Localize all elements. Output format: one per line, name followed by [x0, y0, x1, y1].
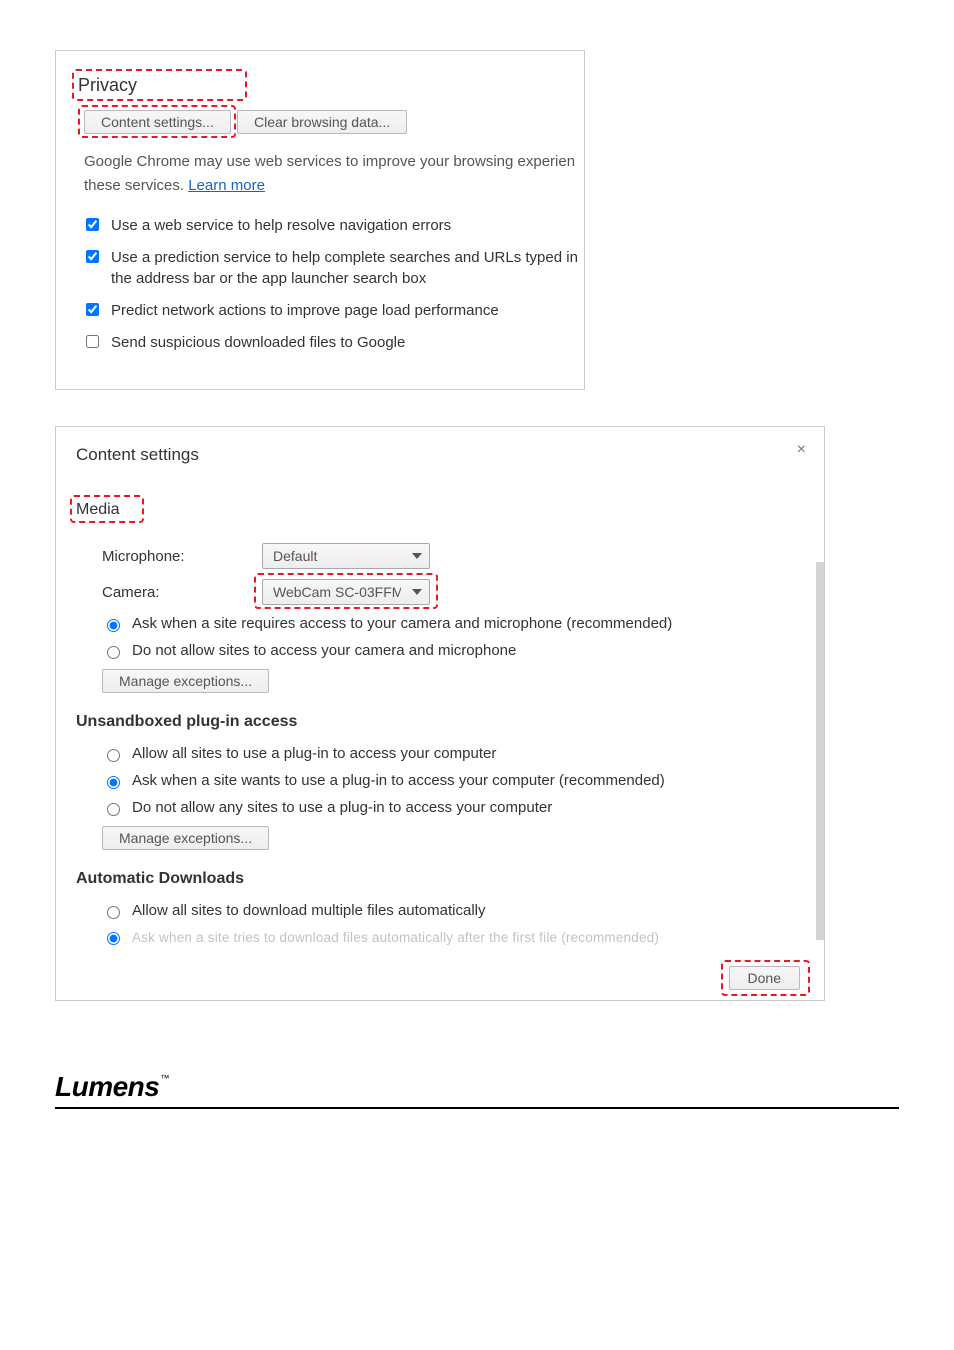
radio-plugin-ask[interactable] [107, 776, 120, 789]
checkbox-predict-network[interactable] [86, 303, 99, 316]
microphone-label: Microphone: [102, 548, 262, 565]
brand-logo: Lumens™ [55, 1071, 168, 1103]
label-plugin-allow: Allow all sites to use a plug-in to acce… [132, 745, 496, 762]
privacy-description: Google Chrome may use web services to im… [84, 150, 578, 198]
label-downloads-ask-cutoff: Ask when a site tries to download files … [132, 930, 659, 945]
plugin-manage-exceptions-button[interactable]: Manage exceptions... [102, 826, 269, 850]
highlight-camera-select [254, 573, 438, 609]
privacy-desc-line2: these services. [84, 177, 188, 194]
label-downloads-allow: Allow all sites to download multiple fil… [132, 902, 486, 919]
label-navigation-errors: Use a web service to help resolve naviga… [111, 216, 580, 236]
learn-more-link[interactable]: Learn more [188, 177, 265, 194]
content-settings-dialog: × Content settings Media Microphone: Def… [55, 426, 825, 1001]
checkbox-prediction-service[interactable] [86, 250, 99, 263]
highlight-done [721, 960, 810, 996]
camera-label: Camera: [102, 584, 262, 601]
radio-media-deny[interactable] [107, 646, 120, 659]
highlight-content-settings-btn [78, 105, 236, 138]
media-manage-exceptions-button[interactable]: Manage exceptions... [102, 669, 269, 693]
radio-plugin-allow[interactable] [107, 749, 120, 762]
highlight-privacy [72, 69, 247, 101]
close-icon[interactable]: × [797, 441, 806, 459]
label-suspicious-files: Send suspicious downloaded files to Goog… [111, 333, 580, 353]
label-plugin-ask: Ask when a site wants to use a plug-in t… [132, 772, 665, 789]
brand-footer: Lumens™ [55, 1071, 899, 1109]
radio-media-ask[interactable] [107, 619, 120, 632]
radio-downloads-ask[interactable] [107, 932, 120, 945]
microphone-select[interactable]: Default [262, 543, 430, 569]
label-predict-network: Predict network actions to improve page … [111, 301, 580, 321]
trademark-symbol: ™ [160, 1073, 169, 1083]
downloads-title: Automatic Downloads [76, 870, 804, 888]
radio-plugin-deny[interactable] [107, 803, 120, 816]
plugin-title: Unsandboxed plug-in access [76, 713, 804, 731]
checkbox-suspicious-files[interactable] [86, 335, 99, 348]
privacy-panel: Privacy Content settings... Clear browsi… [55, 50, 585, 390]
label-prediction-service: Use a prediction service to help complet… [111, 248, 580, 289]
label-media-ask: Ask when a site requires access to your … [132, 615, 672, 632]
content-settings-title: Content settings [76, 445, 804, 465]
highlight-media [70, 495, 144, 523]
clear-browsing-data-button[interactable]: Clear browsing data... [237, 110, 407, 134]
label-plugin-deny: Do not allow any sites to use a plug-in … [132, 799, 552, 816]
label-media-deny: Do not allow sites to access your camera… [132, 642, 516, 659]
privacy-desc-line1: Google Chrome may use web services to im… [84, 153, 575, 170]
radio-downloads-allow[interactable] [107, 906, 120, 919]
brand-text: Lumens [55, 1071, 159, 1102]
checkbox-navigation-errors[interactable] [86, 218, 99, 231]
